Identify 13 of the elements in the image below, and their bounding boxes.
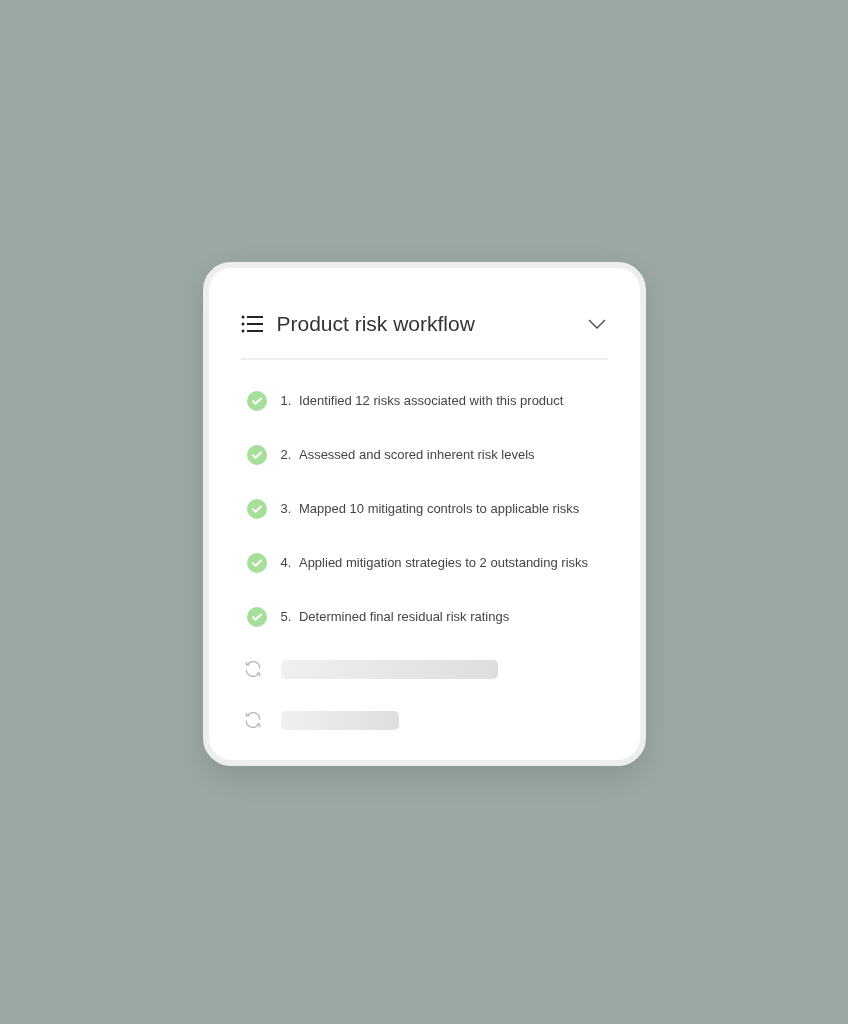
step-text: 4. Applied mitigation strategies to 2 outstanding risks: [280, 553, 588, 572]
list-icon: [240, 314, 263, 333]
card-title: Product risk workflow: [276, 311, 476, 337]
check-circle-icon: [246, 444, 267, 465]
step-text: 1. Identified 12 risks associated with this product: [280, 391, 564, 410]
check-circle-icon: [246, 606, 267, 627]
check-circle-icon: [246, 390, 267, 411]
step-text: 2. Assessed and scored inherent risk levels: [280, 445, 535, 464]
check-circle-icon: [246, 552, 267, 573]
chevron-down-icon[interactable]: [587, 318, 606, 329]
check-circle-icon: [246, 498, 267, 519]
step-text: 3. Mapped 10 mitigating controls to applicable risks: [280, 499, 580, 518]
step-text: 5. Determined final residual risk ratings: [280, 607, 510, 626]
